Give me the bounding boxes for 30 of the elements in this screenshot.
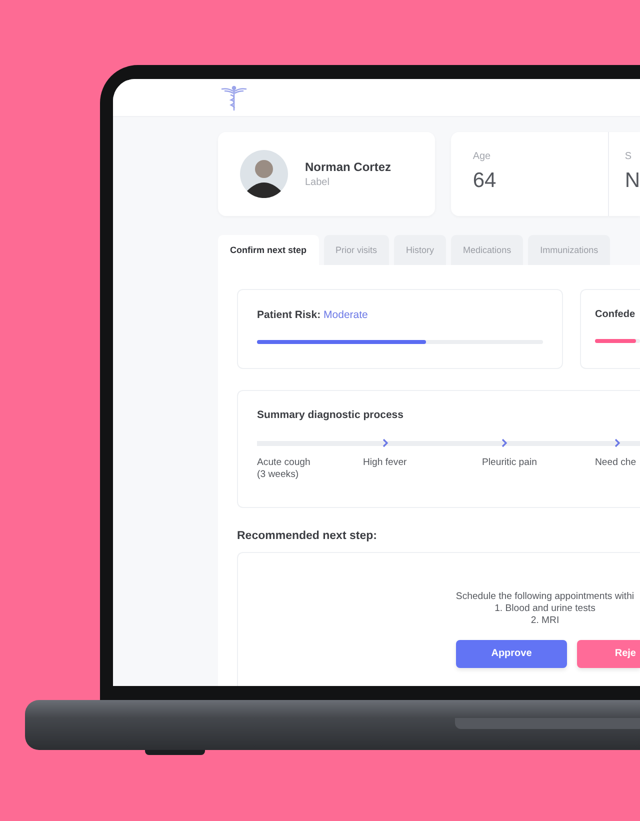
patient-subtitle: Label xyxy=(305,177,330,188)
tab[interactable]: Immunizations xyxy=(528,235,610,265)
laptop-foot xyxy=(145,750,205,755)
recommendation-line: 2. MRI xyxy=(530,614,560,627)
step-label: Acute cough (3 weeks) xyxy=(257,457,310,480)
risk-title: Confede xyxy=(595,309,636,320)
section-title: Recommended next step: xyxy=(237,530,378,542)
tab[interactable]: Prior visits xyxy=(324,235,390,265)
chevron-icon xyxy=(614,438,621,448)
stat-value: N xyxy=(624,169,640,193)
step-label: Pleuritic pain xyxy=(482,457,537,468)
chevron-icon xyxy=(501,438,508,448)
avatar-icon xyxy=(240,150,288,198)
approve-button[interactable]: Approve xyxy=(456,640,567,668)
tab[interactable]: History xyxy=(394,235,446,265)
stat-label: Age xyxy=(472,151,492,162)
diagnostic-title: Summary diagnostic process xyxy=(257,409,404,421)
recommendation-line: 1. Blood and urine tests xyxy=(494,602,596,615)
tab[interactable]: Medications xyxy=(451,235,524,265)
risk-title: Patient Risk: Moderate xyxy=(257,309,369,321)
step-label: High fever xyxy=(363,457,407,468)
stat-label: S xyxy=(624,151,632,162)
chevron-icon xyxy=(382,438,389,448)
recommendation-line: Schedule the following appointments withi xyxy=(454,591,636,603)
stat-value: 64 xyxy=(472,169,498,193)
caduceus-icon xyxy=(219,84,249,110)
reject-button[interactable]: Reje xyxy=(577,640,640,668)
tab[interactable]: Confirm next step xyxy=(218,235,319,265)
patient-name: Norman Cortez xyxy=(305,160,392,174)
step-label: Need che xyxy=(595,457,636,468)
